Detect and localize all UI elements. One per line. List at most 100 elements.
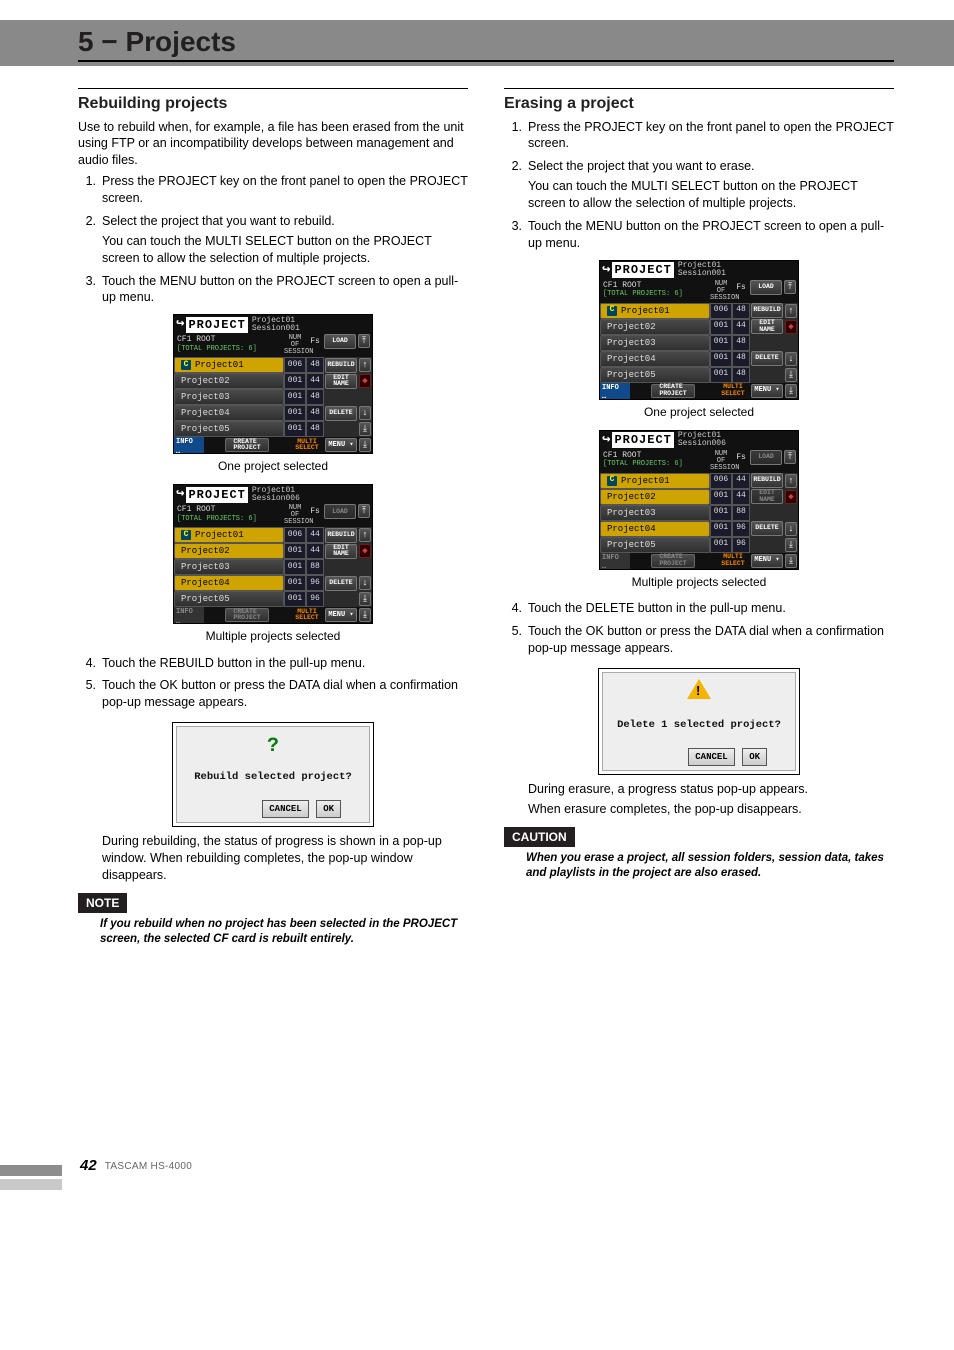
multi-select-button[interactable]: MULTI SELECT — [290, 607, 324, 623]
project-row[interactable]: Project05 — [174, 421, 284, 437]
row-num: 001 — [284, 543, 306, 559]
project-row[interactable]: Project03 — [174, 559, 284, 575]
scroll-down-icon[interactable]: ↓ — [359, 406, 371, 420]
project-row[interactable]: Project05 — [600, 537, 710, 553]
page-footer: 42 TASCAM HS-4000 — [0, 1157, 954, 1198]
row-fs: 44 — [306, 527, 324, 543]
ok-button[interactable]: OK — [316, 800, 341, 818]
rebuild-button[interactable]: REBUILD — [325, 528, 357, 543]
project-row[interactable]: Project02 — [174, 543, 284, 559]
project-row[interactable]: Project03 — [600, 335, 710, 351]
step-number: 5. — [504, 623, 522, 660]
edit-name-button[interactable]: EDIT NAME — [325, 544, 357, 559]
scroll-up-icon[interactable]: ↑ — [359, 358, 371, 372]
rebuild-button[interactable]: REBUILD — [751, 303, 783, 318]
chapter-underline — [78, 60, 894, 62]
page-number: 42 — [78, 1157, 99, 1174]
scroll-bottom-icon[interactable]: ⤓ — [359, 592, 371, 606]
scroll-top-icon[interactable]: ⤒ — [784, 280, 796, 294]
project-row[interactable]: Project01 — [600, 473, 710, 489]
step-body: Touch the OK button or press the DATA di… — [528, 623, 894, 660]
row-num: 001 — [284, 591, 306, 607]
scroll-bottom-icon[interactable]: ⤓ — [359, 438, 371, 452]
left-column: Rebuilding projects Use to rebuild when,… — [78, 88, 468, 947]
menu-button[interactable]: MENU ▾ — [325, 438, 357, 452]
project-row[interactable]: Project04 — [174, 405, 284, 421]
create-project-button[interactable]: CREATE PROJECT — [651, 384, 695, 398]
scroll-down-icon[interactable]: ↓ — [785, 522, 797, 536]
project-row[interactable]: Project03 — [600, 505, 710, 521]
cancel-button[interactable]: CANCEL — [262, 800, 308, 818]
project-row[interactable]: Project02 — [600, 489, 710, 505]
row-fs: 96 — [732, 537, 750, 553]
step-body: Press the PROJECT key on the front panel… — [102, 173, 468, 210]
steps-erasing-1: 1.Press the PROJECT key on the front pan… — [504, 119, 894, 255]
scroll-down-icon[interactable]: ↓ — [359, 576, 371, 590]
project-row[interactable]: Project02 — [600, 319, 710, 335]
row-fs: 88 — [306, 559, 324, 575]
menu-button[interactable]: MENU ▾ — [751, 554, 783, 568]
step-number: 1. — [504, 119, 522, 156]
project-row[interactable]: Project04 — [600, 521, 710, 537]
scroll-bottom-icon[interactable]: ⤓ — [359, 608, 371, 622]
load-button[interactable]: LOAD — [750, 450, 782, 465]
project-row[interactable]: Project05 — [600, 367, 710, 383]
cancel-button[interactable]: CANCEL — [688, 748, 734, 766]
scroll-top-icon[interactable]: ⤒ — [358, 334, 370, 348]
scroll-thumb-icon[interactable]: ◆ — [359, 374, 371, 388]
delete-button[interactable]: DELETE — [325, 406, 357, 421]
load-button[interactable]: LOAD — [324, 504, 356, 519]
info-button[interactable]: INFO… — [174, 437, 204, 453]
edit-name-button[interactable]: EDIT NAME — [751, 489, 783, 504]
scroll-bottom-icon[interactable]: ⤓ — [359, 422, 371, 436]
row-fs: 48 — [732, 335, 750, 351]
project-row[interactable]: Project04 — [174, 575, 284, 591]
scroll-bottom-icon[interactable]: ⤓ — [785, 538, 797, 552]
edit-name-button[interactable]: EDIT NAME — [751, 319, 783, 334]
scroll-up-icon[interactable]: ↑ — [359, 528, 371, 542]
delete-button[interactable]: DELETE — [325, 576, 357, 591]
rebuild-button[interactable]: REBUILD — [751, 473, 783, 488]
project-row[interactable]: Project04 — [600, 351, 710, 367]
scroll-top-icon[interactable]: ⤒ — [784, 450, 796, 464]
info-button[interactable]: INFO… — [600, 553, 630, 569]
load-button[interactable]: LOAD — [324, 334, 356, 349]
row-fs: 48 — [306, 405, 324, 421]
rebuild-button[interactable]: REBUILD — [325, 358, 357, 373]
scroll-bottom-icon[interactable]: ⤓ — [785, 384, 797, 398]
delete-button[interactable]: DELETE — [751, 351, 783, 366]
create-project-button[interactable]: CREATE PROJECT — [225, 438, 269, 452]
info-button[interactable]: INFO… — [174, 607, 204, 623]
ok-button[interactable]: OK — [742, 748, 767, 766]
load-button[interactable]: LOAD — [750, 280, 782, 295]
multi-select-button[interactable]: MULTI SELECT — [716, 553, 750, 569]
project-row[interactable]: Project01 — [600, 303, 710, 319]
create-project-button[interactable]: CREATE PROJECT — [225, 608, 269, 622]
edit-name-button[interactable]: EDIT NAME — [325, 374, 357, 389]
project-row[interactable]: Project01 — [174, 357, 284, 373]
row-num: 001 — [284, 421, 306, 437]
multi-select-button[interactable]: MULTI SELECT — [716, 383, 750, 399]
scroll-down-icon[interactable]: ↓ — [785, 352, 797, 366]
create-project-button[interactable]: CREATE PROJECT — [651, 554, 695, 568]
row-fs: 44 — [732, 319, 750, 335]
scroll-up-icon[interactable]: ↑ — [785, 474, 797, 488]
delete-button[interactable]: DELETE — [751, 521, 783, 536]
project-row[interactable]: Project03 — [174, 389, 284, 405]
multi-select-button[interactable]: MULTI SELECT — [290, 437, 324, 453]
scroll-thumb-icon[interactable]: ◆ — [785, 320, 797, 334]
scroll-thumb-icon[interactable]: ◆ — [359, 544, 371, 558]
scroll-bottom-icon[interactable]: ⤓ — [785, 368, 797, 382]
scroll-top-icon[interactable]: ⤒ — [358, 504, 370, 518]
scroll-up-icon[interactable]: ↑ — [785, 304, 797, 318]
scroll-bottom-icon[interactable]: ⤓ — [785, 554, 797, 568]
project-row[interactable]: Project02 — [174, 373, 284, 389]
scroll-thumb-icon[interactable]: ◆ — [785, 490, 797, 504]
menu-button[interactable]: MENU ▾ — [325, 608, 357, 622]
row-num: 006 — [710, 473, 732, 489]
project-row[interactable]: Project01 — [174, 527, 284, 543]
menu-button[interactable]: MENU ▾ — [751, 384, 783, 398]
row-num: 001 — [710, 335, 732, 351]
info-button[interactable]: INFO… — [600, 383, 630, 399]
project-row[interactable]: Project05 — [174, 591, 284, 607]
